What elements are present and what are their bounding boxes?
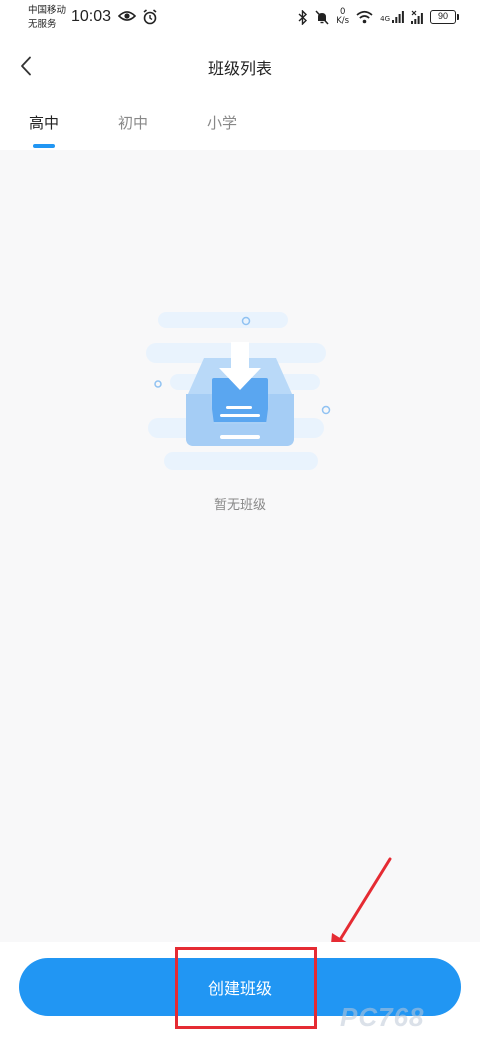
empty-state-message: 暂无班级 <box>213 498 266 513</box>
alarm-icon <box>143 9 157 25</box>
status-bar: 中国移动 无服务 10:03 0 K/s 4G 90 <box>0 0 480 38</box>
mute-bell-icon <box>315 9 329 25</box>
carrier-name: 中国移动 <box>28 5 67 16</box>
status-right-icons: 0 K/s 4G 90 <box>298 8 459 26</box>
carrier-info: 中国移动 无服务 <box>28 4 66 32</box>
navigation-bar: 班级列表 <box>0 38 480 94</box>
class-list-area: 暂无班级 <box>0 150 480 942</box>
carrier-service: 无服务 <box>28 19 57 30</box>
page-title: 班级列表 <box>207 59 272 78</box>
status-left-icons <box>118 9 158 25</box>
net-speed-unit: K/s <box>336 16 350 26</box>
network-type-label: 4G <box>380 15 390 23</box>
annotation-highlight-box <box>175 947 317 1029</box>
wifi-icon <box>356 10 373 24</box>
watermark: PC768 <box>340 1002 425 1032</box>
tab-primary-school[interactable]: 小学 <box>207 112 237 133</box>
empty-inbox-icon <box>146 312 331 470</box>
tab-middle-school[interactable]: 初中 <box>118 112 148 133</box>
tab-high-school[interactable]: 高中 <box>29 112 59 133</box>
eye-icon <box>118 11 136 21</box>
no-signal-icon <box>411 10 423 24</box>
signal-bars-icon <box>392 11 404 23</box>
battery-indicator: 90 <box>430 10 459 24</box>
net-speed: 0 K/s <box>336 8 349 26</box>
active-tab-indicator <box>33 144 55 148</box>
level-tabs: 高中 初中 小学 <box>0 94 480 150</box>
bluetooth-icon <box>298 9 308 25</box>
clock: 10:03 <box>71 8 112 25</box>
signal-4g: 4G <box>380 11 404 23</box>
